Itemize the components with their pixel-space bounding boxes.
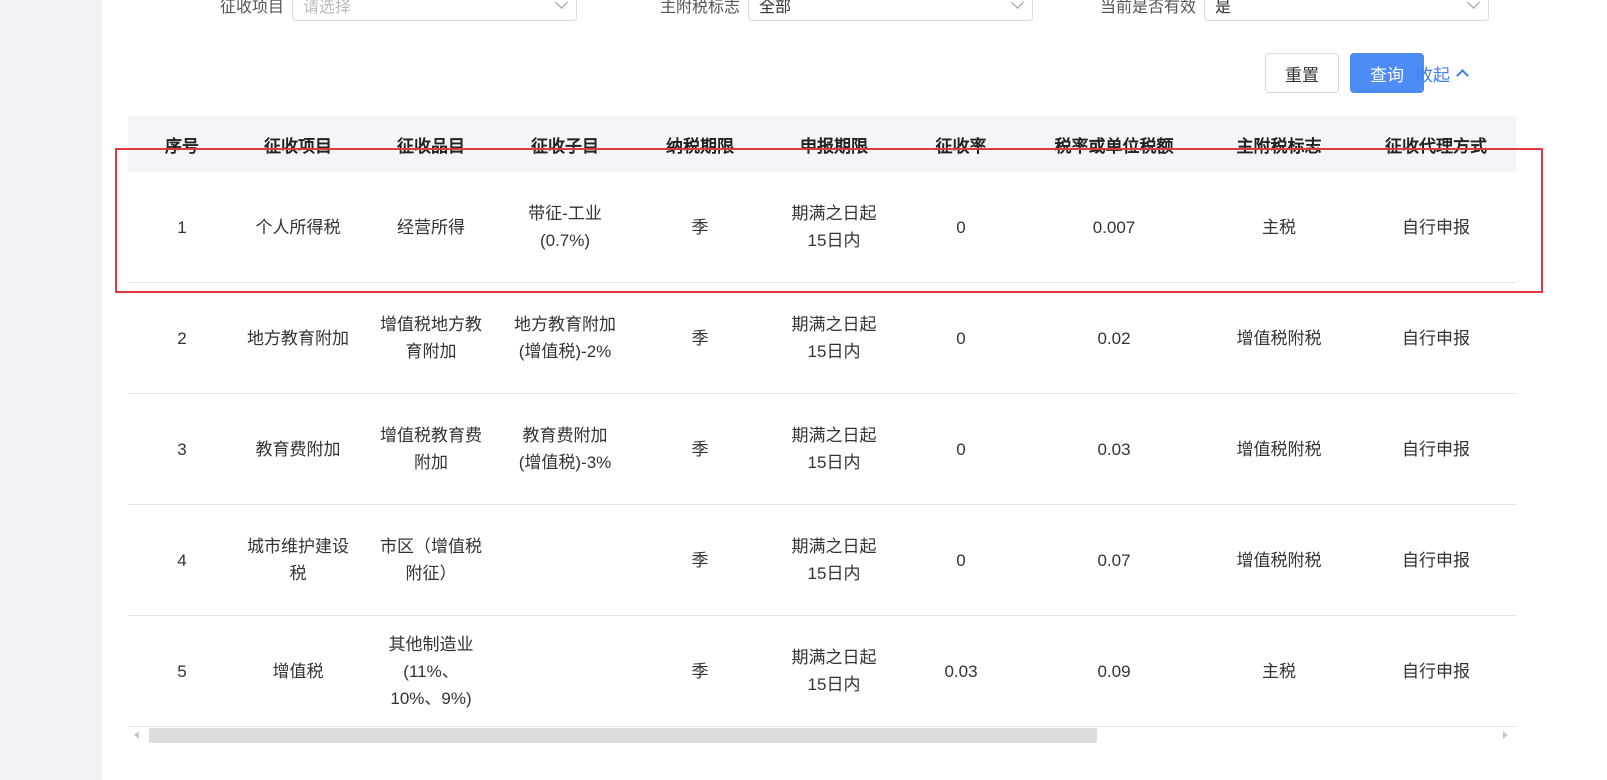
- collapse-label: 收起: [1416, 65, 1450, 85]
- filter-main-sub-flag-select[interactable]: 全部: [748, 0, 1034, 21]
- table-cell: 4: [177, 550, 187, 570]
- table-row[interactable]: 2 地方教育附加 增值税地方教 育附加 地方教育附加 (增值税)-2% 季 期满之日起 1…: [128, 283, 1516, 394]
- filter-main-sub-flag-value: 全部: [759, 0, 792, 16]
- chevron-up-icon: [1456, 68, 1469, 82]
- table-cell: 0: [956, 550, 966, 570]
- table-row[interactable]: 1 个人所得税 经营所得 带征-工业 (0.7%) 季 期满之日起 15日内 0 0.007 主…: [128, 172, 1516, 283]
- table-cell: 0.03: [944, 661, 978, 681]
- filter-is-valid-select[interactable]: 是: [1204, 0, 1490, 21]
- table-cell: 3: [177, 439, 187, 459]
- reset-button[interactable]: 重置: [1265, 53, 1339, 93]
- column-header[interactable]: 征收项目: [236, 116, 360, 172]
- column-header[interactable]: 征收代理方式: [1356, 116, 1516, 172]
- scrollbar-thumb[interactable]: [149, 728, 1097, 743]
- table-cell: 季: [691, 217, 709, 237]
- table-cell: 教育费附加 (增值税)-3%: [518, 426, 612, 472]
- table-cell: 增值税附税: [1236, 439, 1322, 459]
- table-cell: 期满之日起 15日内: [791, 648, 877, 694]
- filter-item-label: 征收项目: [220, 0, 285, 16]
- collapse-button[interactable]: 收起: [1416, 53, 1469, 93]
- table-body: 1 个人所得税 经营所得 带征-工业 (0.7%) 季期满之日起 15日内 0 0.007 主…: [128, 172, 1516, 727]
- table-cell: 城市维护建设 税: [247, 537, 349, 583]
- scroll-left-arrow-icon[interactable]: [134, 731, 139, 739]
- table-cell: [502, 505, 628, 615]
- filter-main-sub-flag: 主附税标志 全部: [660, 0, 1034, 22]
- table-cell: 0.007: [1092, 217, 1136, 237]
- table-cell: 主税: [1262, 661, 1296, 681]
- chevron-down-icon: [1011, 0, 1024, 9]
- column-header[interactable]: 申报期限: [772, 116, 896, 172]
- table-cell: 增值税地方教 育附加: [380, 315, 482, 361]
- table-cell: [502, 616, 628, 726]
- table-cell: 自行申报: [1402, 328, 1470, 348]
- horizontal-scrollbar[interactable]: [128, 727, 1516, 745]
- table-cell: 季: [691, 328, 709, 348]
- chevron-down-icon: [555, 0, 568, 9]
- table-cell: 0.03: [1097, 439, 1131, 459]
- table-cell: 1: [177, 217, 187, 237]
- table-cell: 季: [691, 661, 709, 681]
- column-header[interactable]: 主附税标志: [1202, 116, 1356, 172]
- query-button[interactable]: 查询: [1350, 53, 1424, 93]
- table-row[interactable]: 3 教育费附加 增值税教育费 附加 教育费附加 (增值税)-3% 季 期满之日起 15日内…: [128, 394, 1516, 505]
- table-cell: 增值税教育费 附加: [380, 426, 482, 472]
- table-cell: 2: [177, 328, 187, 348]
- column-header[interactable]: 征收子目: [502, 116, 628, 172]
- table-cell: 期满之日起 15日内: [791, 537, 877, 583]
- table-cell: 0: [956, 217, 966, 237]
- filter-item-placeholder: 请选择: [303, 0, 352, 16]
- main-panel: 征收项目 请选择 主附税标志 全部 当前是否有效 是 重置 查询 收起 序号 征…: [102, 0, 1607, 780]
- table-row[interactable]: 4 城市维护建设 税市区（增值税 附征） 季 期满之日起 15日内 0 0.07 增值税附税…: [128, 505, 1516, 616]
- table-cell: 带征-工业 (0.7%): [528, 204, 602, 250]
- table-cell: 地方教育附加: [247, 328, 349, 348]
- chevron-down-icon: [1467, 0, 1480, 9]
- table-cell: 经营所得: [397, 217, 465, 237]
- table-header: 序号 征收项目 征收品目 征收子目 纳税期限 申报期限 征收率 税率或单位税额 …: [128, 116, 1516, 172]
- table-cell: 期满之日起 15日内: [791, 315, 877, 361]
- table-cell: 教育费附加: [255, 439, 341, 459]
- table-cell: 0.07: [1097, 550, 1131, 570]
- table-cell: 增值税附税: [1236, 328, 1322, 348]
- table-cell: 主税: [1262, 217, 1296, 237]
- table-cell: 0: [956, 328, 966, 348]
- table-row[interactable]: 5 增值税 其他制造业 (11%、 10%、9%) 季 期满之日起 15日内 0.03 0.…: [128, 616, 1516, 727]
- table-cell: 自行申报: [1402, 217, 1470, 237]
- column-header[interactable]: 征收率: [896, 116, 1026, 172]
- table-cell: 增值税附税: [1236, 550, 1322, 570]
- table-cell: 季: [691, 439, 709, 459]
- filter-is-valid: 当前是否有效 是: [1100, 0, 1490, 22]
- table-cell: 0.09: [1097, 661, 1131, 681]
- filter-main-sub-flag-label: 主附税标志: [660, 0, 741, 16]
- table-cell: 地方教育附加 (增值税)-2%: [514, 315, 616, 361]
- column-header[interactable]: 税率或单位税额: [1026, 116, 1202, 172]
- filter-item-select[interactable]: 请选择: [292, 0, 578, 21]
- table-cell: 自行申报: [1402, 661, 1470, 681]
- table-cell: 其他制造业 (11%、 10%、9%): [388, 634, 474, 708]
- tax-table: 序号 征收项目 征收品目 征收子目 纳税期限 申报期限 征收率 税率或单位税额 …: [128, 116, 1516, 727]
- filter-is-valid-label: 当前是否有效: [1100, 0, 1197, 16]
- table-cell: 0: [956, 439, 966, 459]
- table-cell: 增值税: [272, 661, 324, 681]
- scroll-right-arrow-icon[interactable]: [1503, 731, 1508, 739]
- table-cell: 0.02: [1097, 328, 1131, 348]
- table-cell: 自行申报: [1402, 439, 1470, 459]
- table-cell: 自行申报: [1402, 550, 1470, 570]
- table-cell: 5: [177, 661, 187, 681]
- table-cell: 市区（增值税 附征）: [380, 537, 482, 583]
- column-header[interactable]: 纳税期限: [628, 116, 772, 172]
- filter-item: 征收项目 请选择: [220, 0, 578, 22]
- filter-is-valid-value: 是: [1215, 0, 1232, 16]
- table-cell: 期满之日起 15日内: [791, 204, 877, 250]
- table-cell: 期满之日起 15日内: [791, 426, 877, 472]
- table-cell: 季: [691, 550, 709, 570]
- table-cell: 个人所得税: [255, 217, 341, 237]
- column-header[interactable]: 征收品目: [360, 116, 502, 172]
- column-header[interactable]: 序号: [128, 116, 236, 172]
